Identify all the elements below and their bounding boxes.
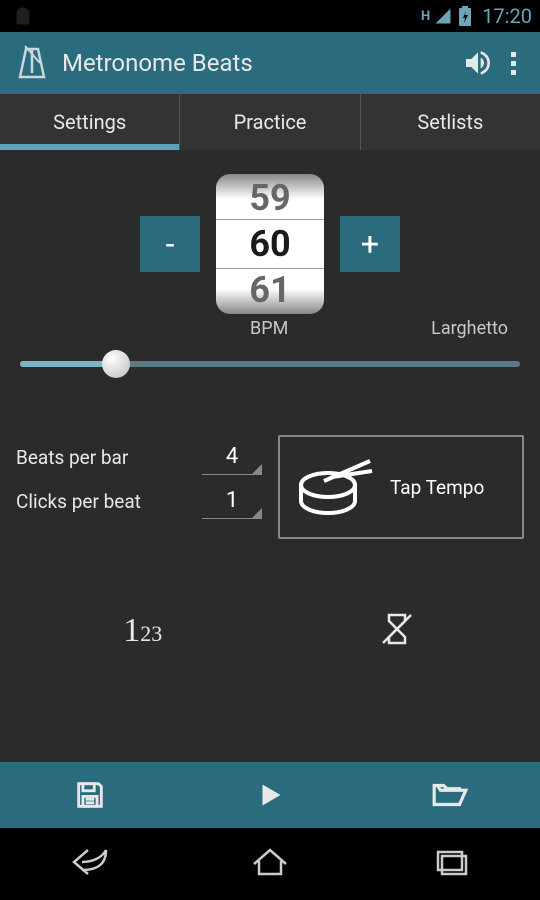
beat-counter-button[interactable]: 123: [123, 612, 162, 650]
tab-practice[interactable]: Practice: [180, 94, 360, 150]
dot-icon: [511, 52, 516, 57]
minus-label: -: [166, 225, 175, 263]
open-button[interactable]: [360, 762, 540, 828]
tempo-name: Larghetto: [431, 318, 508, 339]
nav-recent-button[interactable]: [428, 844, 472, 884]
app-title: Metronome Beats: [62, 49, 458, 77]
bpm-current: 60: [249, 221, 290, 267]
android-status-bar: H 17:20: [0, 0, 540, 32]
tap-tempo-button[interactable]: Tap Tempo: [278, 435, 524, 539]
clicks-per-beat-label: Clicks per beat: [16, 490, 141, 513]
slider-fill: [20, 361, 114, 367]
main-panel: - 59 60 61 + BPM Larghetto Beats per bar…: [0, 150, 540, 679]
save-icon: [73, 778, 107, 812]
app-bar: Metronome Beats: [0, 32, 540, 94]
signal-icon: [434, 7, 452, 25]
battery-charging-icon: [458, 6, 472, 26]
android-nav-bar: [0, 828, 540, 900]
recent-apps-icon: [428, 844, 472, 880]
timer-button[interactable]: [377, 609, 417, 653]
clock: 17:20: [482, 4, 532, 28]
nav-back-button[interactable]: [68, 844, 112, 884]
bpm-control: - 59 60 61 +: [16, 174, 524, 314]
tab-label: Settings: [53, 110, 126, 134]
play-button[interactable]: [180, 762, 360, 828]
plus-label: +: [361, 225, 379, 263]
clicks-per-beat-row: Clicks per beat 1: [16, 479, 262, 523]
tab-label: Setlists: [417, 110, 483, 134]
sound-button[interactable]: [458, 47, 498, 79]
speaker-icon: [462, 47, 494, 79]
folder-open-icon: [431, 778, 469, 812]
bugdroid-icon: [10, 3, 36, 29]
save-button[interactable]: [0, 762, 180, 828]
settings-left: Beats per bar 4 Clicks per beat 1: [16, 435, 262, 539]
dot-icon: [511, 70, 516, 75]
bpm-prev: 59: [249, 175, 290, 221]
bpm-decrement-button[interactable]: -: [140, 216, 200, 272]
bpm-unit-label: BPM: [250, 318, 288, 339]
clicks-per-beat-spinner[interactable]: 1: [202, 483, 262, 519]
action-bar: [0, 762, 540, 828]
settings-block: Beats per bar 4 Clicks per beat 1 Tap Te…: [16, 435, 524, 539]
bpm-wheel[interactable]: 59 60 61: [216, 174, 324, 314]
clicks-per-beat-value: 1: [226, 488, 238, 513]
tab-label: Practice: [234, 110, 307, 134]
overflow-menu-button[interactable]: [498, 52, 528, 75]
bpm-labels: BPM Larghetto: [16, 318, 524, 339]
bpm-next: 61: [249, 267, 290, 313]
bpm-increment-button[interactable]: +: [340, 216, 400, 272]
beats-per-bar-label: Beats per bar: [16, 446, 128, 469]
tab-bar: Settings Practice Setlists: [0, 94, 540, 150]
nav-home-button[interactable]: [248, 844, 292, 884]
tab-settings[interactable]: Settings: [0, 94, 180, 150]
play-icon: [252, 777, 288, 813]
slider-thumb[interactable]: [102, 350, 130, 378]
beats-per-bar-value: 4: [226, 444, 238, 469]
beats-per-bar-spinner[interactable]: 4: [202, 439, 262, 475]
metronome-icon: [12, 43, 52, 83]
bpm-slider[interactable]: [16, 345, 524, 385]
home-icon: [248, 844, 292, 880]
tab-setlists[interactable]: Setlists: [361, 94, 540, 150]
data-indicator: H: [421, 9, 428, 24]
dot-icon: [511, 61, 516, 66]
beats-per-bar-row: Beats per bar 4: [16, 435, 262, 479]
drum-icon: [294, 457, 374, 517]
hourglass-off-icon: [377, 609, 417, 649]
back-icon: [68, 844, 112, 880]
utility-row: 123: [16, 599, 524, 663]
tap-tempo-label: Tap Tempo: [390, 476, 484, 499]
